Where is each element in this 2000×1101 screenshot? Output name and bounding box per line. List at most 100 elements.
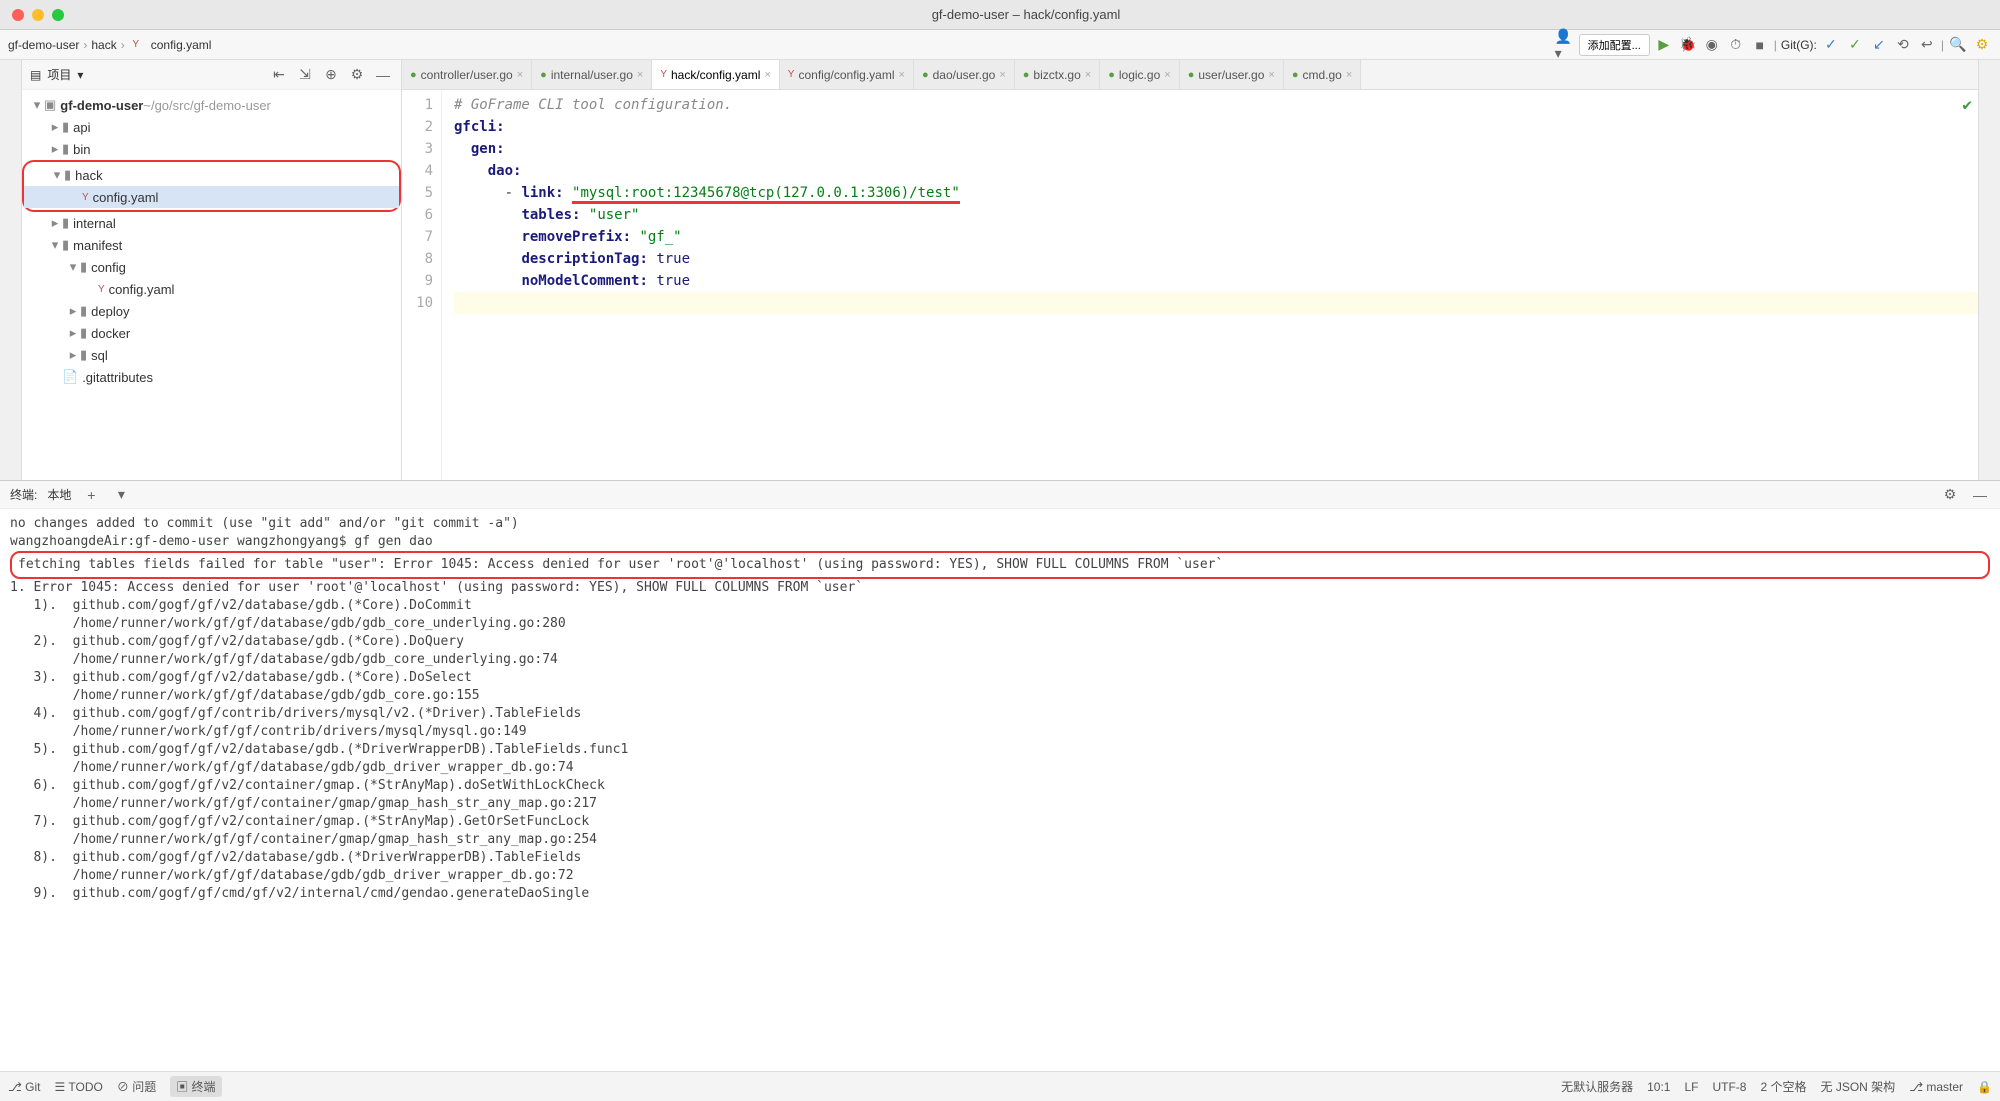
terminal-output[interactable]: no changes added to commit (use "git add… <box>0 509 2000 1071</box>
tree-item-config-yaml[interactable]: Yconfig.yaml <box>24 186 399 208</box>
close-tab-icon[interactable]: × <box>1085 69 1091 81</box>
terminal-session-tab[interactable]: 本地 <box>47 486 71 503</box>
collapse-icon[interactable]: ⇤ <box>269 65 289 85</box>
status-branch[interactable]: ⎇ master <box>1909 1080 1963 1094</box>
tree-item-manifest[interactable]: ▾▮manifest <box>22 234 401 256</box>
tree-item--gitattributes[interactable]: 📄.gitattributes <box>22 366 401 388</box>
close-tab-icon[interactable]: × <box>517 69 523 81</box>
sidebar-project-icon: ▤ <box>30 68 41 82</box>
tab-cmd-go[interactable]: ●cmd.go× <box>1284 60 1361 89</box>
history-icon[interactable]: ⟲ <box>1893 35 1913 55</box>
sidebar-title[interactable]: 项目 <box>47 66 71 83</box>
select-opened-icon[interactable]: ⊕ <box>321 65 341 85</box>
tree-item-hack[interactable]: ▾▮hack <box>24 164 399 186</box>
close-tab-icon[interactable]: × <box>1164 69 1170 81</box>
git-label: Git(G): <box>1781 38 1817 52</box>
tree-item-internal[interactable]: ▸▮internal <box>22 212 401 234</box>
terminal-line: 1. Error 1045: Access denied for user 'r… <box>10 579 1990 597</box>
status-todo[interactable]: ☰ TODO <box>55 1080 103 1094</box>
chevron-right-icon: › <box>121 38 125 52</box>
terminal-line: 2). github.com/gogf/gf/v2/database/gdb.(… <box>10 633 1990 651</box>
tab-controller-user-go[interactable]: ●controller/user.go× <box>402 60 532 89</box>
line-number: 2 <box>402 116 433 138</box>
tree-item-config[interactable]: ▾▮config <box>22 256 401 278</box>
line-number: 5 <box>402 182 433 204</box>
terminal-line: /home/runner/work/gf/gf/database/gdb/gdb… <box>10 615 1990 633</box>
yaml-icon: Y <box>129 38 143 52</box>
line-number: 3 <box>402 138 433 160</box>
status-issues[interactable]: ⊘ 问题 <box>117 1078 156 1095</box>
maximize-icon[interactable] <box>52 9 64 21</box>
line-number: 7 <box>402 226 433 248</box>
add-config-button[interactable]: 添加配置... <box>1579 34 1650 56</box>
debug-icon[interactable]: 🐞 <box>1678 35 1698 55</box>
breadcrumb-item[interactable]: gf-demo-user <box>8 38 79 52</box>
add-terminal-icon[interactable]: + <box>81 485 101 505</box>
tree-item-config-yaml[interactable]: Yconfig.yaml <box>22 278 401 300</box>
minimize-icon[interactable] <box>32 9 44 21</box>
close-tab-icon[interactable]: × <box>637 69 643 81</box>
breadcrumb: gf-demo-user › hack › Y config.yaml <box>8 38 1551 52</box>
chevron-right-icon: › <box>83 38 87 52</box>
tab-internal-user-go[interactable]: ●internal/user.go× <box>532 60 652 89</box>
tab-dao-user-go[interactable]: ●dao/user.go× <box>914 60 1015 89</box>
git-commit-icon[interactable]: ✓ <box>1821 35 1841 55</box>
coverage-icon[interactable]: ◉ <box>1702 35 1722 55</box>
status-line-ending[interactable]: LF <box>1684 1080 1698 1094</box>
toolbar: gf-demo-user › hack › Y config.yaml 👤▾ 添… <box>0 30 2000 60</box>
tab-hack-config-yaml[interactable]: Yhack/config.yaml× <box>652 60 779 89</box>
tab-bizctx-go[interactable]: ●bizctx.go× <box>1015 60 1100 89</box>
tree-item-docker[interactable]: ▸▮docker <box>22 322 401 344</box>
status-git[interactable]: ⎇ Git <box>8 1080 41 1094</box>
search-icon[interactable]: 🔍 <box>1948 35 1968 55</box>
terminal-line: wangzhoangdeAir:gf-demo-user wangzhongya… <box>10 533 1990 551</box>
status-schema[interactable]: 无 JSON 架构 <box>1821 1078 1896 1095</box>
tab-config-config-yaml[interactable]: Yconfig/config.yaml× <box>780 60 914 89</box>
close-tab-icon[interactable]: × <box>999 69 1005 81</box>
close-tab-icon[interactable]: × <box>1346 69 1352 81</box>
close-tab-icon[interactable]: × <box>1268 69 1274 81</box>
breadcrumb-item[interactable]: config.yaml <box>151 38 212 52</box>
chevron-down-icon[interactable]: ▾ <box>77 68 83 82</box>
titlebar: gf-demo-user – hack/config.yaml <box>0 0 2000 30</box>
close-tab-icon[interactable]: × <box>899 69 905 81</box>
window-title: gf-demo-user – hack/config.yaml <box>64 7 1988 22</box>
chevron-down-icon[interactable]: ▾ <box>111 485 131 505</box>
user-icon[interactable]: 👤▾ <box>1555 35 1575 55</box>
tree-item-sql[interactable]: ▸▮sql <box>22 344 401 366</box>
ide-settings-icon[interactable]: ⚙ <box>1972 35 1992 55</box>
revert-icon[interactable]: ↩ <box>1917 35 1937 55</box>
profile-icon[interactable]: ⏱ <box>1726 35 1746 55</box>
sidebar-header: ▤ 项目 ▾ ⇤ ⇲ ⊕ ⚙ — <box>22 60 401 90</box>
terminal-line: /home/runner/work/gf/gf/database/gdb/gdb… <box>10 687 1990 705</box>
tree-root[interactable]: ▾▣gf-demo-user ~/go/src/gf-demo-user <box>22 94 401 116</box>
hide-icon[interactable]: — <box>373 65 393 85</box>
status-position[interactable]: 10:1 <box>1647 1080 1670 1094</box>
tab-user-user-go[interactable]: ●user/user.go× <box>1180 60 1284 89</box>
tree-item-api[interactable]: ▸▮api <box>22 116 401 138</box>
stop-icon[interactable]: ■ <box>1750 35 1770 55</box>
tree-item-deploy[interactable]: ▸▮deploy <box>22 300 401 322</box>
run-icon[interactable]: ▶ <box>1654 35 1674 55</box>
lock-icon[interactable]: 🔒 <box>1977 1080 1992 1094</box>
status-encoding[interactable]: UTF-8 <box>1712 1080 1746 1094</box>
code-comment: # GoFrame CLI tool configuration. <box>454 97 732 113</box>
gear-icon[interactable]: ⚙ <box>1940 485 1960 505</box>
expand-icon[interactable]: ⇲ <box>295 65 315 85</box>
hide-icon[interactable]: — <box>1970 485 1990 505</box>
close-icon[interactable] <box>12 9 24 21</box>
tree-item-bin[interactable]: ▸▮bin <box>22 138 401 160</box>
gear-icon[interactable]: ⚙ <box>347 65 367 85</box>
terminal-line: /home/runner/work/gf/gf/database/gdb/gdb… <box>10 867 1990 885</box>
status-terminal[interactable]: ▣ 终端 <box>170 1076 221 1097</box>
terminal-line: 6). github.com/gogf/gf/v2/container/gmap… <box>10 777 1990 795</box>
close-tab-icon[interactable]: × <box>764 69 770 81</box>
status-server[interactable]: 无默认服务器 <box>1561 1078 1633 1095</box>
status-indent[interactable]: 2 个空格 <box>1760 1078 1806 1095</box>
git-update-icon[interactable]: ↙ <box>1869 35 1889 55</box>
terminal-line: 4). github.com/gogf/gf/contrib/drivers/m… <box>10 705 1990 723</box>
git-push-icon[interactable]: ✓ <box>1845 35 1865 55</box>
tab-logic-go[interactable]: ●logic.go× <box>1100 60 1179 89</box>
terminal-panel: 终端: 本地 + ▾ ⚙ — no changes added to commi… <box>0 480 2000 1071</box>
breadcrumb-item[interactable]: hack <box>91 38 116 52</box>
